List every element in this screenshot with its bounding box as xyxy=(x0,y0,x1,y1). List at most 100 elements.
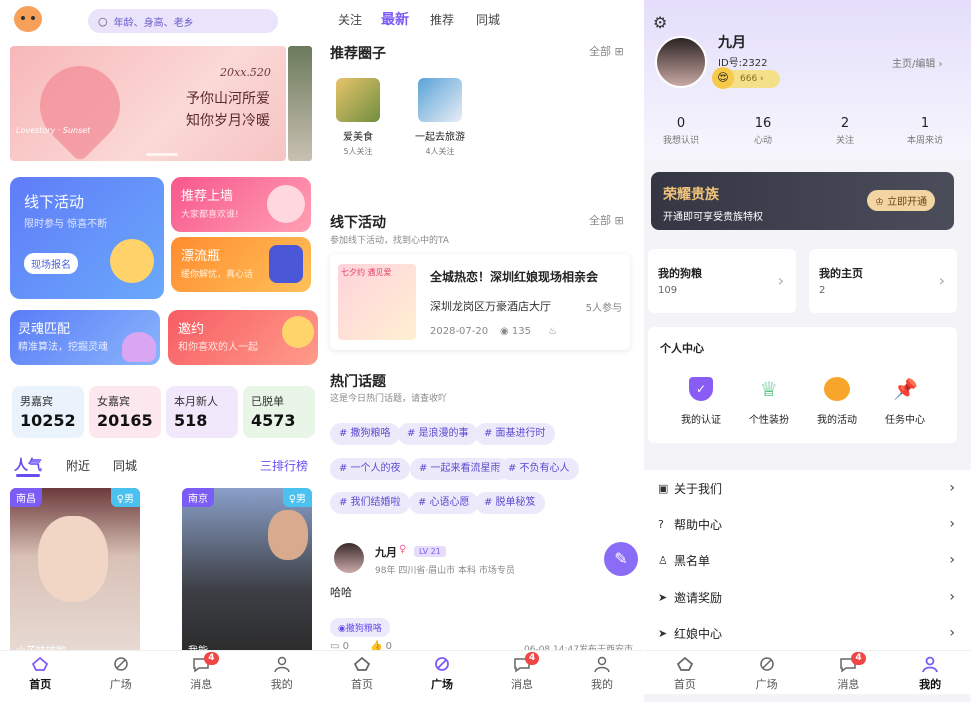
circle-item[interactable]: 一起去旅游 4人关注 xyxy=(408,78,472,157)
menu-help[interactable]: ? 帮助中心 › xyxy=(650,506,965,542)
tab-mine[interactable]: 我的 xyxy=(889,651,971,694)
grid-icon: ⊞ xyxy=(614,214,624,227)
count-item[interactable]: 0 我想认识 xyxy=(660,116,702,146)
count-item[interactable]: 1 本周来访 xyxy=(902,116,948,146)
post-topic-tag[interactable]: ◉撒狗粮咯 xyxy=(330,618,390,637)
tab-samecity[interactable]: 同城 xyxy=(113,457,137,474)
circles-all-link[interactable]: 全部 ⊞ xyxy=(589,43,624,59)
topic-tag[interactable]: # 是浪漫的事 xyxy=(398,423,478,445)
topic-tag[interactable]: # 一个人的夜 xyxy=(330,458,410,480)
dog-food-title: 我的狗粮 xyxy=(658,267,702,280)
home-screen: ○ 年龄、身高、老乡 20xx.520 予你山河所爱 知你岁月冷暖 Lovest… xyxy=(0,0,322,702)
search-icon: ○ xyxy=(98,14,108,28)
soul-match-card[interactable]: 灵魂匹配 精准算法，挖掘灵魂 xyxy=(10,310,160,365)
homepage-title: 我的主页 xyxy=(819,267,863,280)
menu-blacklist[interactable]: ♙ 黑名单 › xyxy=(650,542,965,578)
event-card[interactable]: 七夕约 遇见爱 全城热恋！深圳红娘现场相亲会 深圳龙岗区万豪酒店大厅 5人参与 … xyxy=(330,254,630,350)
circle-name: 一起去旅游 xyxy=(415,132,465,143)
my-homepage-card[interactable]: 我的主页 2 › xyxy=(809,249,957,313)
event-place: 深圳龙岗区万豪酒店大厅 xyxy=(430,300,551,313)
tab-square[interactable]: 广场 xyxy=(81,651,162,694)
profile-avatar[interactable] xyxy=(655,36,707,88)
tab-latest[interactable]: 最新 xyxy=(381,9,409,29)
profile-name: 九月 xyxy=(718,35,746,51)
tab-messages[interactable]: 消息 4 xyxy=(161,651,242,694)
banner-text-1: 予你山河所爱 xyxy=(186,91,270,107)
profile-card[interactable]: 南京 ♀男 我能 xyxy=(182,488,312,658)
profile-card[interactable]: 南昌 ♀男 小花妹妹哟 xyxy=(10,488,140,658)
event-title: 全城热恋！深圳红娘现场相亲会 xyxy=(430,270,599,284)
flame-icon: ♨ xyxy=(548,326,557,337)
gender-badge: ♀男 xyxy=(110,488,140,507)
event-views: ◉ 135 xyxy=(500,326,532,337)
offline-activity-card[interactable]: 线下活动 限时参与 惊喜不断 现场报名 xyxy=(10,177,164,299)
info-icon: ▣ xyxy=(658,481,669,495)
tab-square[interactable]: 广场 xyxy=(402,651,482,694)
banner-caption: Lovestory · Sunset xyxy=(16,126,91,135)
drift-bottle-card[interactable]: 漂流瓶 缓你解忧，真心话 xyxy=(171,237,311,292)
circle-count: 5人关注 xyxy=(343,147,373,156)
tab-home[interactable]: 首页 xyxy=(322,651,402,694)
recommend-wall-card[interactable]: 推荐上墙 大家都喜欢谁! xyxy=(171,177,311,232)
topic-tag[interactable]: # 不负有心人 xyxy=(499,458,579,480)
topic-tag[interactable]: # 我们结婚啦 xyxy=(330,492,410,514)
tab-home[interactable]: 首页 xyxy=(644,651,726,694)
topic-tag[interactable]: # 脱单秘笈 xyxy=(475,492,545,514)
home-banner[interactable]: 20xx.520 予你山河所爱 知你岁月冷暖 Lovestory · Sunse… xyxy=(10,46,286,161)
banner-heart-shape xyxy=(23,49,137,161)
send-icon: ➤ xyxy=(658,626,668,640)
edit-profile-link[interactable]: 主页/编辑 › xyxy=(892,55,943,70)
tab-mine[interactable]: 我的 xyxy=(562,651,642,694)
count-item[interactable]: 16 心动 xyxy=(742,116,784,146)
search-bar[interactable]: ○ 年龄、身高、老乡 xyxy=(88,9,278,33)
bottle-title: 漂流瓶 xyxy=(181,249,221,264)
center-item-tasks[interactable]: 📌 任务中心 xyxy=(880,377,930,426)
send-icon: ➤ xyxy=(658,590,668,604)
tab-samecity[interactable]: 同城 xyxy=(476,11,500,28)
gender-badge: ♀男 xyxy=(282,488,312,507)
offline-all-link[interactable]: 全部 ⊞ xyxy=(589,212,624,228)
topic-tag[interactable]: # 撒狗粮咯 xyxy=(330,423,400,445)
menu-list: ▣ 关于我们 › ? 帮助中心 › ♙ 黑名单 › ➤ 邀请奖励 › ➤ 红娘中心 › xyxy=(644,470,971,660)
tab-messages[interactable]: 消息 4 xyxy=(482,651,562,694)
menu-about[interactable]: ▣ 关于我们 › xyxy=(650,470,965,506)
vip-card[interactable]: 荣耀贵族 开通即可享受贵族特权 ♔ 立即开通 xyxy=(651,172,954,230)
vip-title: 荣耀贵族 xyxy=(663,187,719,203)
topic-tag[interactable]: # 心语心愿 xyxy=(409,492,479,514)
topic-tag[interactable]: # 面基进行时 xyxy=(475,423,555,445)
tab-nearby[interactable]: 附近 xyxy=(66,457,90,474)
invite-sub: 和你喜欢的人一起 xyxy=(178,342,258,353)
vip-open-button[interactable]: ♔ 立即开通 xyxy=(867,190,936,211)
event-date: 2028-07-20 xyxy=(430,326,489,337)
dog-food-card[interactable]: 我的狗粮 109 › xyxy=(648,249,796,313)
rank-link[interactable]: 三排行榜 xyxy=(260,457,308,474)
tab-messages[interactable]: 消息 4 xyxy=(808,651,890,694)
search-placeholder: 年龄、身高、老乡 xyxy=(113,17,194,29)
tab-popular[interactable]: 人气 xyxy=(14,455,42,475)
center-item-verify[interactable]: ✓ 我的认证 xyxy=(676,377,726,426)
menu-matchmaker[interactable]: ➤ 红娘中心 › xyxy=(650,615,965,651)
center-item-activity[interactable]: 我的活动 xyxy=(812,377,862,426)
soul-title: 灵魂匹配 xyxy=(18,322,71,337)
chevron-right-icon: › xyxy=(777,271,784,290)
center-item-dressup[interactable]: ♕ 个性装扮 xyxy=(744,377,794,426)
topic-tag[interactable]: # 一起来看流星雨 xyxy=(410,458,510,480)
personal-center-title: 个人中心 xyxy=(660,342,704,355)
menu-invite[interactable]: ➤ 邀请奖励 › xyxy=(650,579,965,615)
tab-follow[interactable]: 关注 xyxy=(338,11,362,28)
signup-button[interactable]: 现场报名 xyxy=(24,253,78,274)
tab-home[interactable]: 首页 xyxy=(0,651,81,694)
settings-icon[interactable]: ⚙ xyxy=(653,13,667,32)
pin-icon: 📌 xyxy=(893,377,918,401)
compose-button[interactable]: ✎ xyxy=(604,542,638,576)
count-item[interactable]: 2 关注 xyxy=(824,116,866,146)
bottom-tabbar: 首页 广场 消息 4 我的 xyxy=(322,650,642,694)
mine-screen: ⚙ 九月 ID号:2322 666 › 😍 主页/编辑 › 0 我想认识 16 心动… xyxy=(644,0,971,702)
tab-recommend[interactable]: 推荐 xyxy=(430,11,454,28)
invite-card[interactable]: 邀约 和你喜欢的人一起 xyxy=(168,310,318,365)
post-avatar[interactable] xyxy=(334,543,364,573)
tab-square[interactable]: 广场 xyxy=(726,651,808,694)
tab-mine[interactable]: 我的 xyxy=(242,651,323,694)
circle-item[interactable]: 爱美食 5人关注 xyxy=(336,78,380,157)
eye-icon: ◉ xyxy=(500,326,509,337)
